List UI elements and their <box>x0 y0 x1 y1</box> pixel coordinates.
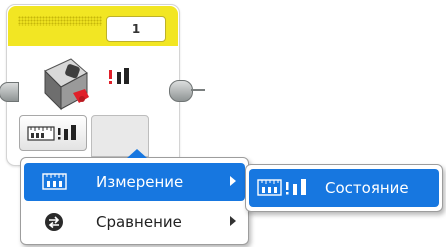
measure-submenu: Состояние <box>245 164 443 212</box>
menu-item-label: Сравнение <box>96 213 182 231</box>
sequence-input-connector[interactable] <box>0 82 19 102</box>
output-plug-connector[interactable] <box>169 80 193 102</box>
programming-block[interactable]: 1 <box>0 4 205 166</box>
port-selector[interactable]: 1 <box>106 16 166 42</box>
mode-selector-button[interactable] <box>19 115 87 151</box>
block-top-bar[interactable]: 1 <box>8 6 178 46</box>
ruler-123-icon <box>42 173 67 190</box>
ruler-state-icon <box>257 179 306 196</box>
compare-icon <box>45 213 63 231</box>
menu-pointer <box>127 149 147 158</box>
menu-item-measure[interactable]: Измерение <box>24 163 245 201</box>
submenu-item-label: Состояние <box>325 179 409 197</box>
ruler-measure-mode-icon <box>27 125 76 141</box>
measure-state-icon <box>109 68 129 84</box>
output-wire <box>191 89 205 91</box>
chevron-right-icon <box>230 176 236 186</box>
menu-item-compare[interactable]: Сравнение <box>24 203 245 241</box>
sensor-icon <box>44 58 89 111</box>
mode-menu: Измерение Сравнение <box>20 149 249 245</box>
drag-grip[interactable] <box>18 16 102 26</box>
submenu-item-state[interactable]: Состояние <box>249 169 439 207</box>
chevron-right-icon <box>230 216 236 226</box>
menu-item-label: Измерение <box>96 173 184 191</box>
